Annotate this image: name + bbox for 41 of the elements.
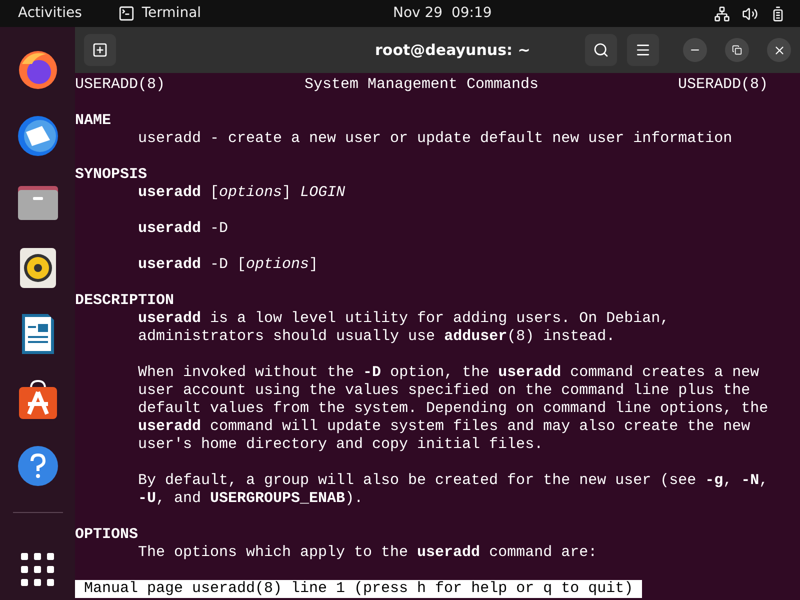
help-icon[interactable] <box>16 444 60 488</box>
man-header-text: USERADD(8) <box>75 76 166 94</box>
man-text-line: default values from the system. Depending on command line options, the <box>138 400 768 417</box>
app-name[interactable]: Terminal <box>142 3 202 24</box>
app-grid-icon[interactable] <box>20 553 54 587</box>
man-header-text: USERADD(8) <box>678 76 768 94</box>
new-tab-button[interactable] <box>84 34 116 66</box>
window-title: root@deayunus: ~ <box>375 40 530 61</box>
network-icon[interactable] <box>714 6 730 22</box>
man-text-line: user account using the values specified on the command line plus the <box>138 382 750 399</box>
section-heading: OPTIONS <box>75 526 138 543</box>
man-text-line: useradd -D <box>138 220 228 237</box>
man-text-line: useradd -D [options] <box>138 256 318 273</box>
menu-button[interactable] <box>627 34 659 66</box>
section-heading: DESCRIPTION <box>75 292 174 309</box>
close-icon <box>772 44 786 56</box>
activities-button[interactable]: Activities <box>18 3 82 24</box>
new-tab-icon <box>92 42 108 58</box>
man-text-line: useradd [options] LOGIN <box>138 184 346 201</box>
clock[interactable]: Nov 29 09:19 <box>393 3 492 24</box>
restore-icon <box>732 45 742 55</box>
man-text-line: administrators should usually use adduser(8) instead. <box>138 328 616 345</box>
section-heading: SYNOPSIS <box>75 166 148 183</box>
search-icon <box>593 42 609 58</box>
man-text-line: When invoked without the -D option, the useradd command creates a new <box>138 364 760 381</box>
man-text-line: By default, a group will also be created for the new user (see -g, -N, <box>138 472 768 489</box>
man-text-line: The options which apply to the useradd command are: <box>138 544 598 561</box>
terminal-icon <box>118 5 135 22</box>
man-text-line: -U, and USERGROUPS_ENAB). <box>138 490 364 507</box>
volume-icon[interactable] <box>742 6 758 22</box>
section-heading: NAME <box>75 112 112 129</box>
close-button[interactable] <box>767 38 791 62</box>
man-text-line: useradd command will update system files and may also create the new <box>138 418 750 435</box>
menu-icon <box>635 42 651 58</box>
man-text-line: user's home directory and copy initial files. <box>138 436 544 453</box>
man-text-line: useradd - create a new user or update default new user information <box>138 130 732 147</box>
search-button[interactable] <box>585 34 617 66</box>
restore-button[interactable] <box>725 38 749 62</box>
man-header-text: System Management Commands <box>304 76 539 94</box>
mail-icon[interactable] <box>16 114 60 158</box>
man-text-line: useradd is a low level utility for adding users. On Debian, <box>138 310 670 327</box>
